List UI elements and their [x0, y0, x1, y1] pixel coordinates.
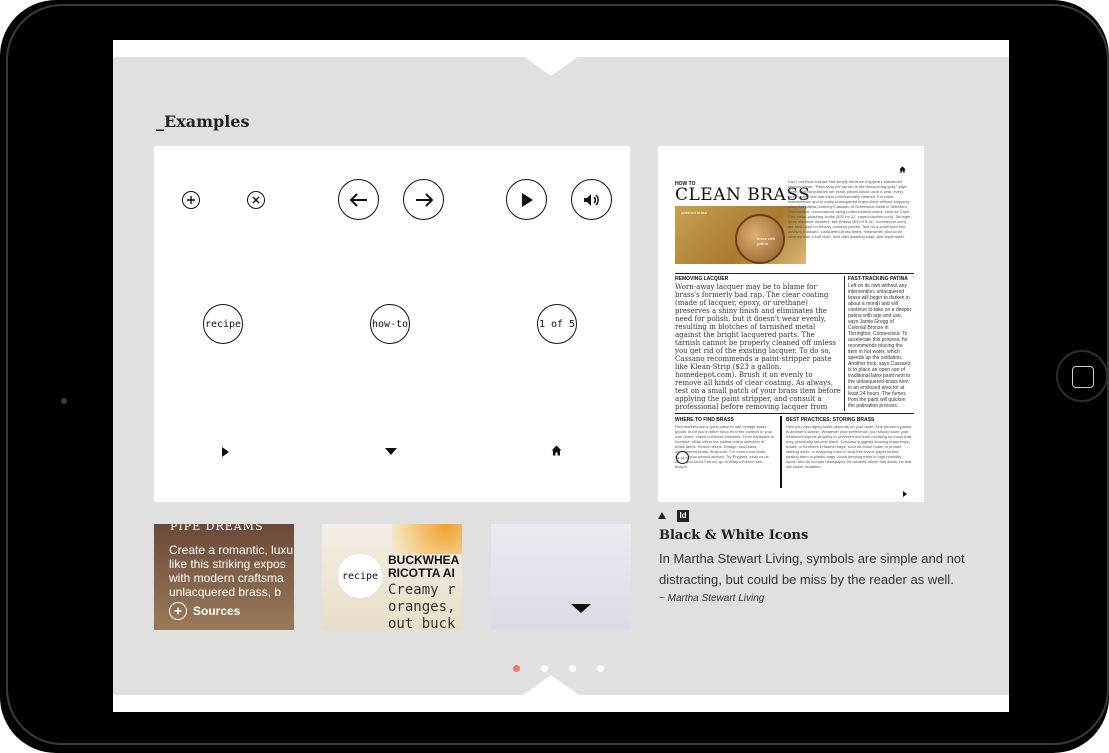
page-intro: Don't overlook a brass find simply becau… [788, 179, 912, 239]
thumb-buckwheat-recipe[interactable]: recipe BUCKWHEA RICOTTA AI Creamy r oran… [322, 524, 462, 630]
page-dot-3[interactable] [569, 665, 576, 672]
plus-circle-icon [169, 602, 187, 620]
caption-source: ~ Martha Stewart Living [659, 593, 765, 604]
tablet-frame: _Examples recipe how-to 1 of 5 HOW TO CL… [0, 0, 1109, 753]
camera-dot [61, 398, 67, 404]
thumb-blank[interactable] [491, 524, 631, 630]
thumb-pipe-dreams[interactable]: PIPE DREAMS Create a romantic, luxu like… [154, 524, 294, 630]
arrow-right-icon [403, 179, 444, 220]
best-body: How you view aging brass depends on your… [786, 424, 912, 469]
recipe-badge-thumb: recipe [338, 554, 382, 598]
bottom-notch [523, 675, 579, 695]
caret-down-icon [385, 448, 397, 455]
column-rule-2 [780, 416, 782, 488]
pager-badge-label: 1 of 5 [538, 318, 576, 330]
citrus-photo [392, 524, 462, 554]
brass-photo: polished brass brass with patina [675, 206, 806, 264]
caret-right-icon [222, 447, 229, 457]
column-rule [844, 276, 845, 411]
thumb2-heading-2: RICOTTA AI [388, 566, 455, 580]
best-heading: BEST PRACTICES: STORING BRASS [786, 417, 875, 423]
divider-2 [675, 413, 914, 414]
patina-body: Left on its own without any intervention… [848, 283, 912, 409]
thumb1-heading: PIPE DREAMS [170, 524, 264, 533]
caption-title: Black & White Icons [659, 528, 809, 543]
thumb2-text: Creamy r oranges, out buck [388, 582, 455, 630]
howto-badge: how-to [370, 304, 410, 344]
small-pager-badge: 1 of 5 [676, 451, 689, 464]
top-notch [523, 56, 579, 76]
sources-button[interactable]: Sources [169, 602, 240, 620]
removing-heading: REMOVING LACQUER [675, 276, 729, 282]
caption-body: In Martha Stewart Living, symbols are si… [659, 551, 965, 587]
section-title: _Examples [156, 112, 250, 131]
thumb2-line: oranges, [388, 599, 456, 615]
recipe-badge-label: recipe [204, 318, 242, 330]
thumb1-line: Create a romantic, luxu [169, 543, 294, 557]
pagination [513, 659, 625, 677]
photo-label-right: brass with patina [757, 236, 776, 246]
photo-label-left: polished brass [681, 210, 707, 215]
pager-badge: 1 of 5 [537, 304, 577, 344]
page-dot-1[interactable] [513, 665, 520, 672]
sources-label: Sources [193, 604, 241, 618]
thumb1-text: Create a romantic, luxu like this striki… [169, 543, 293, 599]
patina-heading: FAST-TRACKING PATINA [848, 276, 908, 282]
thumb1-line: with modern craftsma [169, 571, 284, 585]
thumb2-heading: BUCKWHEA RICOTTA AI [388, 554, 459, 580]
thumb3-caret-down-icon [571, 604, 591, 613]
removing-body: Worn-away lacquer may be to blame for br… [675, 283, 841, 411]
speaker-icon [571, 179, 612, 220]
small-pager-label: 1 of 5 [677, 455, 688, 460]
page-home-icon [899, 166, 906, 173]
play-icon [506, 179, 547, 220]
recipe-badge: recipe [203, 304, 243, 344]
plus-icon [182, 191, 200, 209]
howto-badge-label: how-to [371, 318, 409, 330]
page-dot-2[interactable] [541, 665, 548, 672]
thumb2-line: out buck [388, 616, 456, 630]
home-icon [551, 445, 562, 456]
divider [675, 273, 914, 274]
thumb1-line: like this striking expos [169, 557, 286, 571]
triangle-up-icon [658, 512, 666, 519]
close-icon [247, 191, 265, 209]
home-button-square-icon [1072, 366, 1094, 388]
home-button[interactable] [1056, 350, 1108, 402]
where-heading: WHERE TO FIND BRASS [675, 417, 734, 423]
magazine-page: HOW TO CLEAN BRASS polished brass brass … [658, 146, 924, 502]
icon-sheet: recipe how-to 1 of 5 [154, 146, 630, 502]
page-dot-4[interactable] [597, 665, 604, 672]
screen: _Examples recipe how-to 1 of 5 HOW TO CL… [113, 40, 1009, 712]
page-next-icon[interactable] [903, 491, 907, 497]
recipe-badge-thumb-label: recipe [341, 570, 379, 582]
arrow-left-icon [338, 179, 379, 220]
indesign-badge-icon: Id [677, 510, 689, 522]
where-body: Flea markets are a great place to nab vi… [675, 424, 775, 469]
thumb1-line: unlacquered brass, b [169, 585, 282, 599]
thumb2-line: Creamy r [388, 582, 456, 598]
